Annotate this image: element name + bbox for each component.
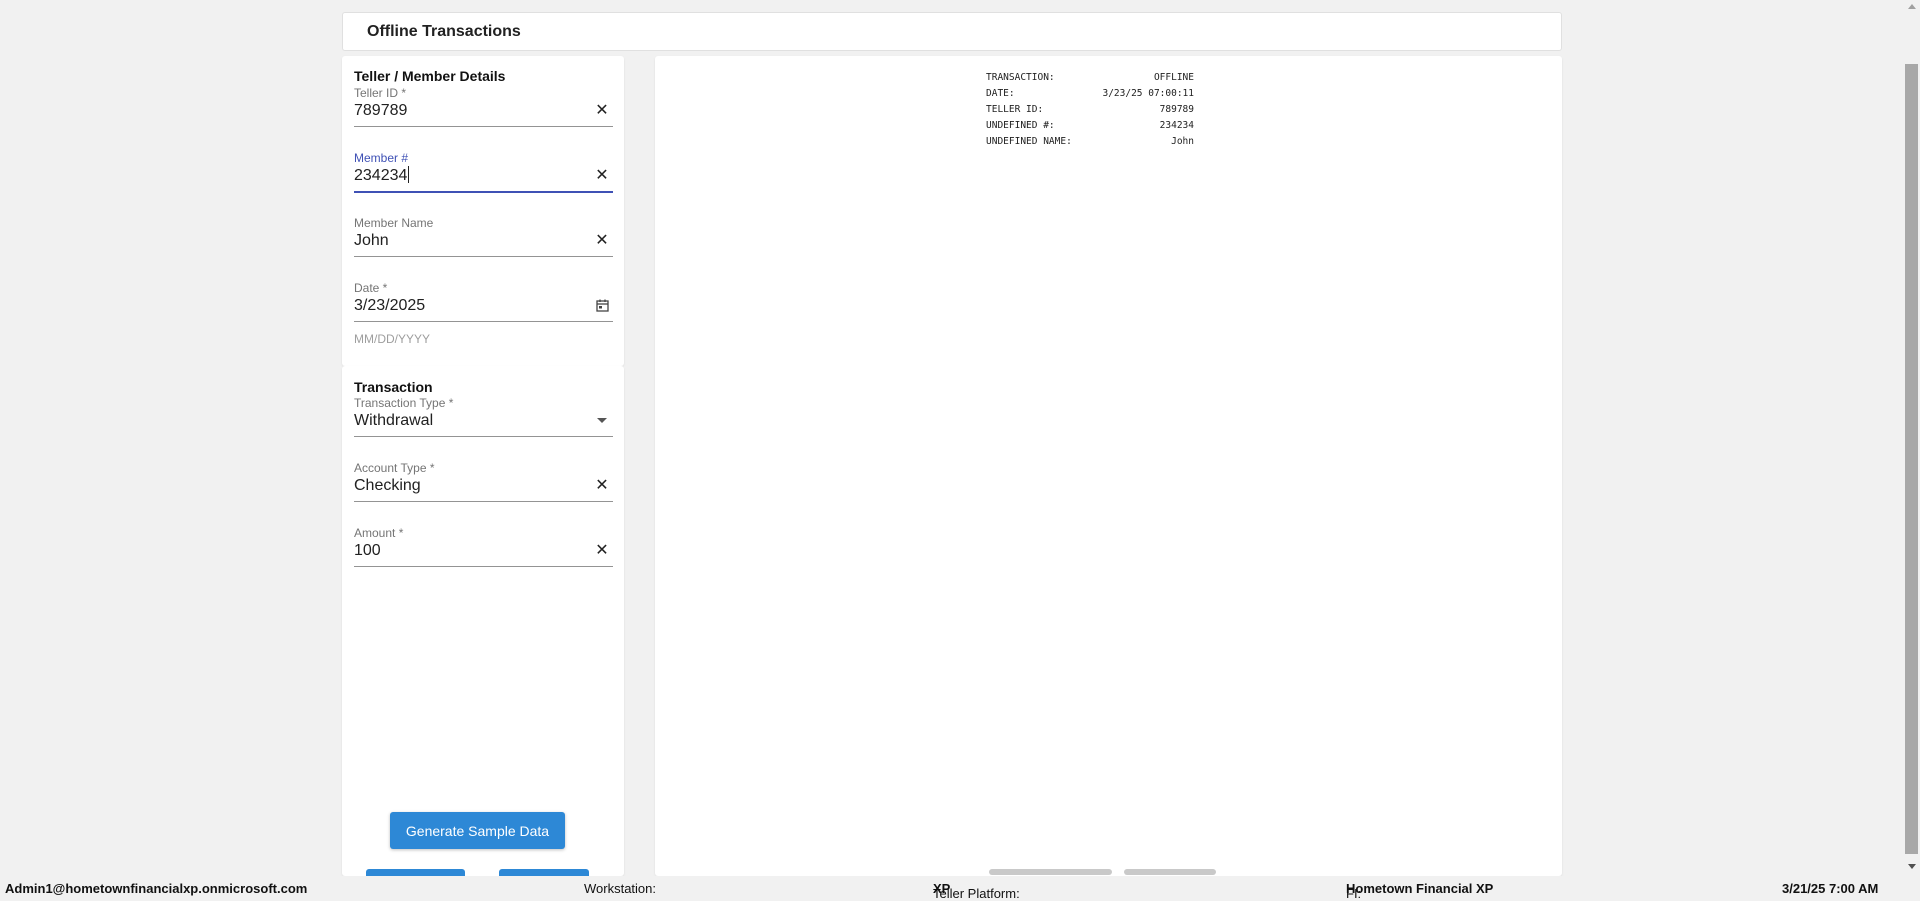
receipt-key: DATE:: [986, 88, 1015, 99]
close-icon[interactable]: ✕: [593, 541, 611, 559]
receipt-value: John: [1171, 136, 1194, 147]
generate-sample-data-button[interactable]: Generate Sample Data: [390, 812, 565, 849]
close-icon[interactable]: ✕: [593, 476, 611, 494]
account-type-underline: [354, 501, 613, 502]
preview-action-button-left[interactable]: [989, 869, 1112, 875]
teller-id-underline: [354, 126, 613, 127]
page-title-text: Offline Transactions: [367, 22, 521, 40]
teller-id-input[interactable]: 789789: [354, 100, 407, 122]
date-format-hint: MM/DD/YYYY: [354, 332, 431, 346]
receipt-row: TRANSACTION: OFFLINE: [986, 70, 1194, 86]
text-caret: [408, 166, 410, 183]
receipt-key: UNDEFINED NAME:: [986, 136, 1072, 147]
action-button-right[interactable]: [499, 869, 589, 876]
account-type-label: Account Type *: [354, 461, 435, 475]
receipt-value: 789789: [1159, 104, 1194, 115]
scroll-up-icon[interactable]: [1908, 4, 1916, 9]
receipt-key: TELLER ID:: [986, 104, 1044, 115]
member-name-input[interactable]: John: [354, 230, 389, 252]
member-number-input[interactable]: 234234: [354, 165, 410, 187]
receipt-row: UNDEFINED #: 234234: [986, 118, 1194, 134]
amount-field[interactable]: Amount * 100 ✕: [354, 526, 613, 570]
preview-action-button-right[interactable]: [1124, 869, 1216, 875]
teller-id-field[interactable]: Teller ID * 789789 ✕: [354, 86, 613, 130]
date-field[interactable]: Date * 3/23/2025: [354, 281, 613, 325]
receipt-row: TELLER ID: 789789: [986, 102, 1194, 118]
date-input[interactable]: 3/23/2025: [354, 295, 425, 317]
receipt-preview: TRANSACTION: OFFLINE DATE: 3/23/25 07:00…: [986, 70, 1194, 150]
current-user: Admin1@hometownfinancialxp.onmicrosoft.c…: [5, 881, 308, 896]
fi-label: FI:: [1346, 886, 1362, 901]
scrollbar-thumb[interactable]: [1905, 64, 1918, 854]
receipt-value: 234234: [1159, 120, 1194, 131]
member-number-field[interactable]: Member # 234234 ✕: [354, 151, 613, 195]
receipt-value: OFFLINE: [1153, 72, 1194, 83]
date-label: Date *: [354, 281, 388, 295]
receipt-value: 3/23/25 07:00:11: [1102, 88, 1194, 99]
workstation-label: Workstation:: [584, 881, 657, 896]
fi-value: Hometown Financial XP: [1346, 881, 1494, 896]
close-icon[interactable]: ✕: [593, 166, 611, 184]
chevron-down-icon[interactable]: [593, 411, 611, 429]
receipt-preview-panel: [655, 56, 1562, 876]
account-type-field[interactable]: Account Type * Checking ✕: [354, 461, 613, 505]
member-name-field[interactable]: Member Name John ✕: [354, 216, 613, 260]
member-name-label: Member Name: [354, 216, 434, 230]
transaction-type-label: Transaction Type *: [354, 396, 454, 410]
amount-label: Amount *: [354, 526, 404, 540]
member-number-label: Member #: [354, 151, 409, 165]
status-bar: Admin1@hometownfinancialxp.onmicrosoft.c…: [0, 876, 1920, 901]
receipt-row: DATE: 3/23/25 07:00:11: [986, 86, 1194, 102]
vertical-scrollbar[interactable]: [1903, 0, 1920, 876]
close-icon[interactable]: ✕: [593, 231, 611, 249]
scroll-down-icon[interactable]: [1908, 864, 1916, 869]
receipt-key: UNDEFINED #:: [986, 120, 1055, 131]
date-underline: [354, 321, 613, 322]
receipt-key: TRANSACTION:: [986, 72, 1055, 83]
member-number-underline: [354, 191, 613, 193]
details-section-title: Teller / Member Details: [354, 68, 506, 84]
transaction-type-select[interactable]: Transaction Type * Withdrawal: [354, 396, 613, 440]
action-button-left[interactable]: [366, 869, 465, 876]
page-title: Offline Transactions: [342, 12, 1562, 51]
member-name-underline: [354, 256, 613, 257]
transaction-section-title: Transaction: [354, 379, 433, 395]
calendar-icon[interactable]: [593, 296, 611, 314]
teller-platform: Teller Platform: XP: [933, 881, 1020, 901]
transaction-type-value[interactable]: Withdrawal: [354, 410, 433, 432]
receipt-row: UNDEFINED NAME: John: [986, 134, 1194, 150]
amount-underline: [354, 566, 613, 567]
member-number-value: 234234: [354, 167, 408, 184]
teller-member-details-card: Teller / Member Details Teller ID * 7897…: [342, 56, 624, 366]
transaction-card: Transaction Transaction Type * Withdrawa…: [342, 366, 624, 876]
close-icon[interactable]: ✕: [593, 101, 611, 119]
teller-platform-label: Teller Platform:: [933, 886, 1020, 901]
account-type-input[interactable]: Checking: [354, 475, 421, 497]
financial-institution: FI: Hometown Financial XP: [1346, 881, 1494, 901]
status-datetime: 3/21/25 7:00 AM: [1782, 881, 1879, 896]
teller-id-label: Teller ID *: [354, 86, 407, 100]
transaction-type-underline: [354, 436, 613, 437]
amount-input[interactable]: 100: [354, 540, 381, 562]
